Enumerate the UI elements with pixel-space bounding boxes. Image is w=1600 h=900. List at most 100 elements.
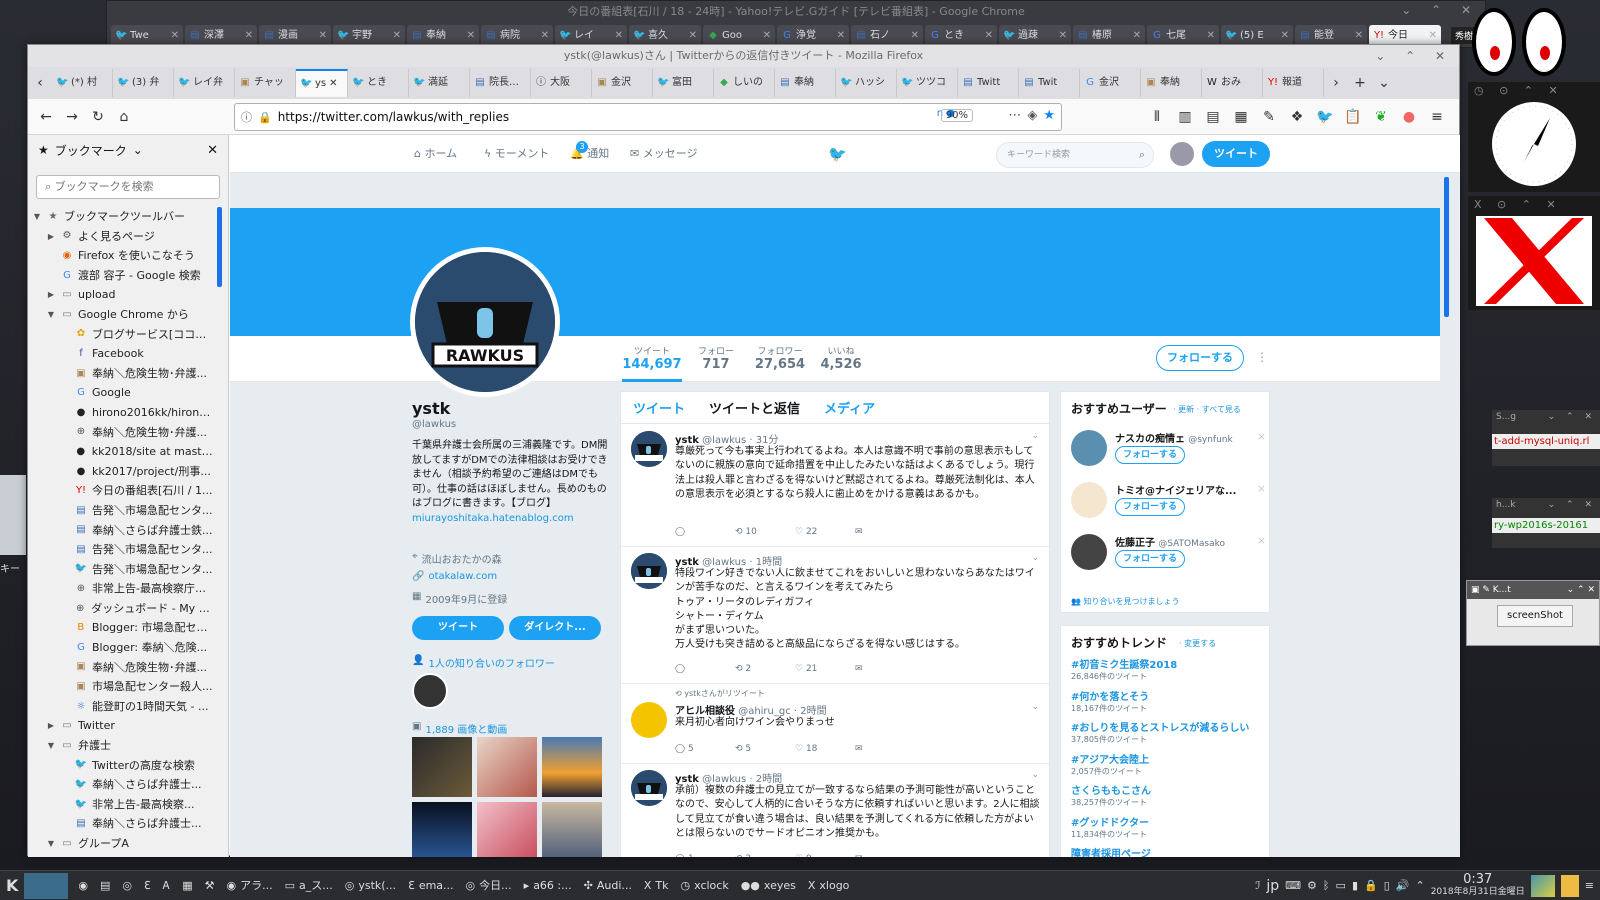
battery-icon[interactable]: ▯ (1384, 879, 1390, 892)
launcher-dict-icon[interactable]: Ꭺ (157, 873, 176, 899)
lock-tray-icon[interactable]: 🔒 (1364, 879, 1378, 892)
background-window[interactable]: h...k ⌄ ⌃ ✕ ry-wp2016s-20161 (1492, 498, 1600, 548)
display-icon[interactable]: ▭ (1336, 879, 1346, 892)
bookmark-item[interactable]: ● hirono2016kk/hirono... (32, 403, 216, 423)
twitter-addon-icon[interactable]: 🐦 (1313, 105, 1337, 129)
input-method-icon[interactable]: ℐ (1255, 879, 1260, 892)
launcher-chrome-icon[interactable]: ◎ (116, 873, 138, 899)
bookmark-item[interactable]: ⊕ 非常上告-最高検察庁御... (32, 579, 216, 599)
firefox-tab[interactable]: 🐦 ys ✕ (296, 69, 348, 97)
clipboard-icon[interactable]: 📋 (1341, 105, 1365, 129)
taskbar-task[interactable]: ◉ アラ... (220, 873, 278, 899)
wtf-follow-button[interactable]: フォローする (1115, 498, 1185, 516)
reply-icon[interactable]: ◯ (675, 664, 735, 674)
firefox-tab[interactable]: ⓘ 大阪 (531, 69, 592, 97)
firefox-tab[interactable]: 🐦 とき (348, 69, 409, 97)
bookmark-item[interactable]: ✿ ブログサービス[ココロ... (32, 325, 216, 345)
bookmark-item[interactable]: ▣ 奉納＼危険生物･弁護... (32, 364, 216, 384)
pager[interactable] (24, 872, 69, 899)
profile-stat[interactable]: フォロー 717 (686, 344, 746, 372)
home-button[interactable]: ⌂ (112, 105, 136, 129)
taskbar-task[interactable]: ◷ xclock (675, 873, 735, 899)
extensions-icon[interactable]: ▦ (1229, 105, 1253, 129)
tweet[interactable]: ⟲ ystkさんがリツイート アヒル相談役 @ahiru_gc · 2時間 ⌄ 来月初… (621, 684, 1049, 764)
media-thumbnail[interactable] (412, 737, 472, 797)
media-count-link[interactable]: 1,889 画像と動画 (425, 721, 507, 736)
profile-avatar[interactable]: RAWKUS (410, 247, 560, 397)
url-text[interactable]: https://twitter.com/lawkus/with_replies (278, 110, 509, 124)
bluetooth-icon[interactable]: ᛒ (1323, 879, 1330, 892)
screenshot-icon[interactable]: ▤ (1201, 105, 1225, 129)
trend-item[interactable]: #グッドドクター 11,834件のツイート (1071, 814, 1266, 840)
bookmark-item[interactable]: ☼ 能登町の1時間天気 - ... (32, 697, 216, 717)
message-icon[interactable]: ✉ (855, 744, 915, 754)
chevron-down-icon[interactable]: ⌄ (1031, 431, 1039, 441)
window-controls[interactable]: ⌄ ⌃ ✕ (1548, 500, 1596, 510)
retweet-icon[interactable]: ⟲ 5 (735, 744, 795, 754)
tab-list-menu-button[interactable]: ⌄ (1372, 71, 1396, 95)
language-indicator[interactable]: jp (1266, 878, 1279, 894)
sidebar-scrollbar[interactable] (217, 207, 222, 287)
bookmark-item[interactable]: ▶ ⚙ よく見るページ (32, 227, 216, 247)
mutual-follower-avatar[interactable] (412, 673, 448, 709)
trend-item[interactable]: #おしりを見るとストレスが減るらしい 37,805件のツイート (1071, 719, 1266, 745)
bookmark-item[interactable]: ▤ 告発＼市場急配センタ... (32, 501, 216, 521)
close-icon[interactable]: × (1257, 482, 1266, 495)
firefox-tab[interactable]: 🐦 満延 (409, 69, 470, 97)
mutual-followers-link[interactable]: 1人の知り合いのフォロワー (428, 655, 554, 670)
like-icon[interactable]: ♡ 21 (795, 664, 855, 674)
media-thumbnail[interactable] (542, 737, 602, 797)
wtf-user-display-name[interactable]: トミオ@ナイジェリアな... (1115, 486, 1236, 497)
bookmark-item[interactable]: ● kk2017/project/刑事... (32, 462, 216, 482)
screenshot-button[interactable]: screenShot (1497, 605, 1573, 627)
bookmark-item[interactable]: 🐦 Twitterの高度な検索 (32, 756, 216, 776)
sidebar-toggle-icon[interactable]: ▥ (1173, 105, 1197, 129)
wtf-user-display-name[interactable]: 佐藤正子 (1115, 538, 1155, 549)
bookmark-item[interactable]: ▤ 奉納＼さらば弁護士... (32, 814, 216, 834)
tab-tweets[interactable]: ツイート (633, 398, 685, 417)
bookmark-item[interactable]: G Google (32, 383, 216, 403)
taskbar-task[interactable]: ℇema... (402, 873, 459, 899)
twitter-logo-icon[interactable]: 🐦 (828, 135, 847, 173)
reply-icon[interactable]: ◯ (675, 527, 735, 537)
chevron-down-icon[interactable]: ⌄ (1031, 553, 1039, 563)
bookmark-item[interactable]: ▼ ▭ Google Chrome から (32, 305, 216, 325)
firefox-tab[interactable]: ▤ 院長あい (470, 69, 531, 97)
close-icon[interactable]: × (1257, 534, 1266, 547)
firefox-tab[interactable]: 🐦 富田 (653, 69, 714, 97)
firefox-tab[interactable]: ◆ しいの (714, 69, 775, 97)
xclock-window[interactable]: ◷ ⊙ ⌃ ✕ (1468, 82, 1600, 192)
trends-change-link[interactable]: · 変更する (1179, 638, 1216, 649)
bookmark-item[interactable]: ▣ 市場急配センター殺人... (32, 677, 216, 697)
profile-stat[interactable]: フォロワー 27,654 (750, 344, 810, 372)
taskbar-task[interactable]: ✣ Audi... (578, 873, 638, 899)
show-desktop-icon[interactable] (1530, 874, 1555, 897)
reply-icon[interactable]: ◯ 5 (675, 744, 735, 754)
tweet-avatar[interactable] (631, 702, 667, 738)
chrome-window[interactable]: 今日の番組表[石川 / 18 - 24時] - Yahoo!テレビ.Gガイド [… (106, 0, 1486, 48)
keyboard-icon[interactable]: ⌨ (1285, 879, 1301, 892)
addon-icon[interactable]: ❖ (1285, 105, 1309, 129)
menu-icon[interactable]: ≡ (1425, 105, 1449, 129)
forward-button[interactable]: → (60, 105, 84, 129)
nav-notifications[interactable]: 🔔 通知 3 (570, 135, 609, 173)
scrollbar[interactable] (1444, 177, 1449, 317)
reload-button[interactable]: ↻ (86, 105, 110, 129)
bookmark-item[interactable]: 🐦 奉納＼さらば弁護士... (32, 775, 216, 795)
disclosure-icon[interactable]: ▼ (46, 305, 56, 325)
xlogo-window[interactable]: X ⊙ ⌃ ✕ (1468, 196, 1600, 310)
window-controls[interactable]: ⌄ ⌃ ✕ (1548, 412, 1596, 422)
library-icon[interactable]: ⫴ (1145, 105, 1169, 129)
bookmark-item[interactable]: G 渡部 容子 - Google 検索 (32, 266, 216, 286)
start-menu-icon[interactable]: K (0, 873, 24, 899)
background-window[interactable]: S...g ⌄ ⌃ ✕ t-add-mysql-uniq.rl (1492, 410, 1600, 466)
url-bar[interactable]: ⓘ 🔒 https://twitter.com/lawkus/with_repl… (234, 103, 1062, 131)
user-avatar[interactable] (1170, 142, 1194, 166)
trend-item[interactable]: 障害者採用ページ5,680件のツイート (1071, 845, 1266, 857)
wtf-follow-button[interactable]: フォローする (1115, 446, 1185, 464)
firefox-tab[interactable]: 🐦 (*) 村 (52, 69, 113, 97)
tab-tweets-and-replies[interactable]: ツイートと返信 (709, 398, 800, 417)
firefox-tab[interactable]: W おみ (1202, 69, 1263, 97)
disclosure-icon[interactable]: ▼ (46, 834, 56, 854)
firefox-tab[interactable]: Y! 報道 (1263, 69, 1324, 97)
